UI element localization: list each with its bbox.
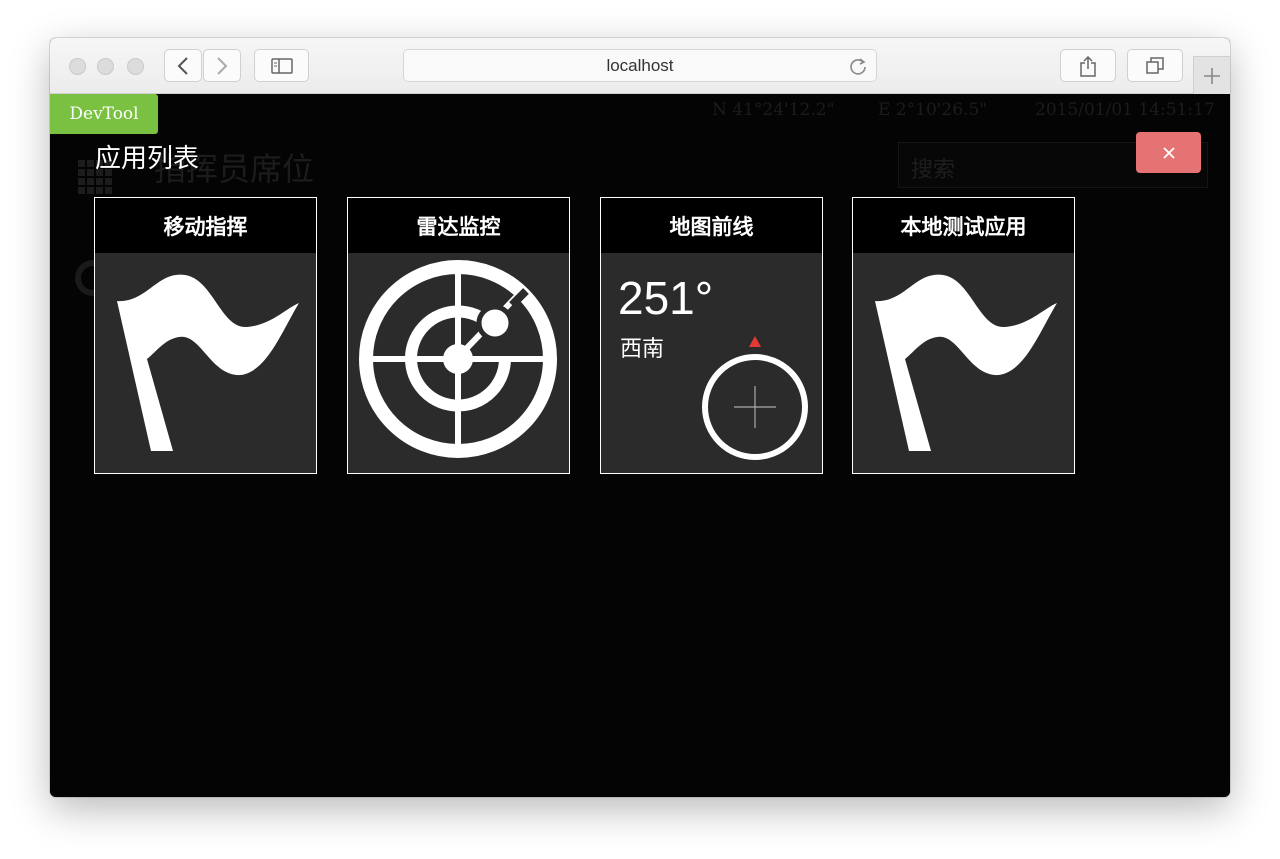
chevron-left-icon [177, 56, 188, 75]
address-bar[interactable]: localhost [403, 49, 877, 82]
radar-icon [359, 260, 557, 458]
app-card-radar[interactable]: 雷达监控 [347, 197, 570, 474]
browser-window: localhost N 41°24'12.2" E 2°10'26.5" 201… [50, 38, 1230, 797]
address-text: localhost [606, 55, 674, 75]
close-overlay-button[interactable] [1136, 132, 1201, 173]
close-window-button[interactable] [69, 58, 86, 75]
reload-icon[interactable] [848, 57, 868, 77]
bg-coordinate-e: E 2°10'26.5" [878, 100, 988, 120]
sidebar-icon [270, 57, 293, 74]
share-button[interactable] [1060, 49, 1116, 82]
bg-datetime: 2015/01/01 14:51:17 [1035, 100, 1215, 120]
back-button[interactable] [164, 49, 202, 82]
close-icon [1162, 146, 1175, 159]
plus-icon [1204, 67, 1220, 84]
forward-button[interactable] [203, 49, 241, 82]
app-card-label: 地图前线 [601, 198, 822, 253]
app-list-title: 应用列表 [95, 143, 200, 173]
app-card-label: 移动指挥 [95, 198, 316, 253]
flag-icon [875, 274, 1057, 451]
compass-icon [702, 336, 808, 460]
sidebar-toggle-button[interactable] [254, 49, 309, 82]
app-card-label: 雷达监控 [348, 198, 569, 253]
tabs-overview-button[interactable] [1127, 49, 1183, 82]
new-tab-button[interactable] [1193, 56, 1230, 94]
chevron-right-icon [217, 56, 228, 75]
app-card-mobile-command[interactable]: 移动指挥 [94, 197, 317, 474]
app-card-local-test[interactable]: 本地测试应用 [852, 197, 1075, 474]
bg-coordinate-n: N 41°24'12.2" [712, 100, 835, 120]
flag-icon [117, 274, 299, 451]
page-content: N 41°24'12.2" E 2°10'26.5" 2015/01/01 14… [50, 94, 1230, 797]
zoom-window-button[interactable] [127, 58, 144, 75]
bg-search-placeholder: 搜索 [911, 158, 956, 183]
minimize-window-button[interactable] [97, 58, 114, 75]
share-icon [1080, 55, 1096, 77]
devtool-button[interactable]: DevTool [50, 94, 158, 134]
tabs-icon [1146, 56, 1164, 74]
app-card-label: 本地测试应用 [853, 198, 1074, 253]
compass-marker [749, 336, 761, 347]
app-card-map-frontline[interactable]: 地图前线 251° 西南 [600, 197, 823, 474]
browser-toolbar: localhost [50, 38, 1230, 94]
